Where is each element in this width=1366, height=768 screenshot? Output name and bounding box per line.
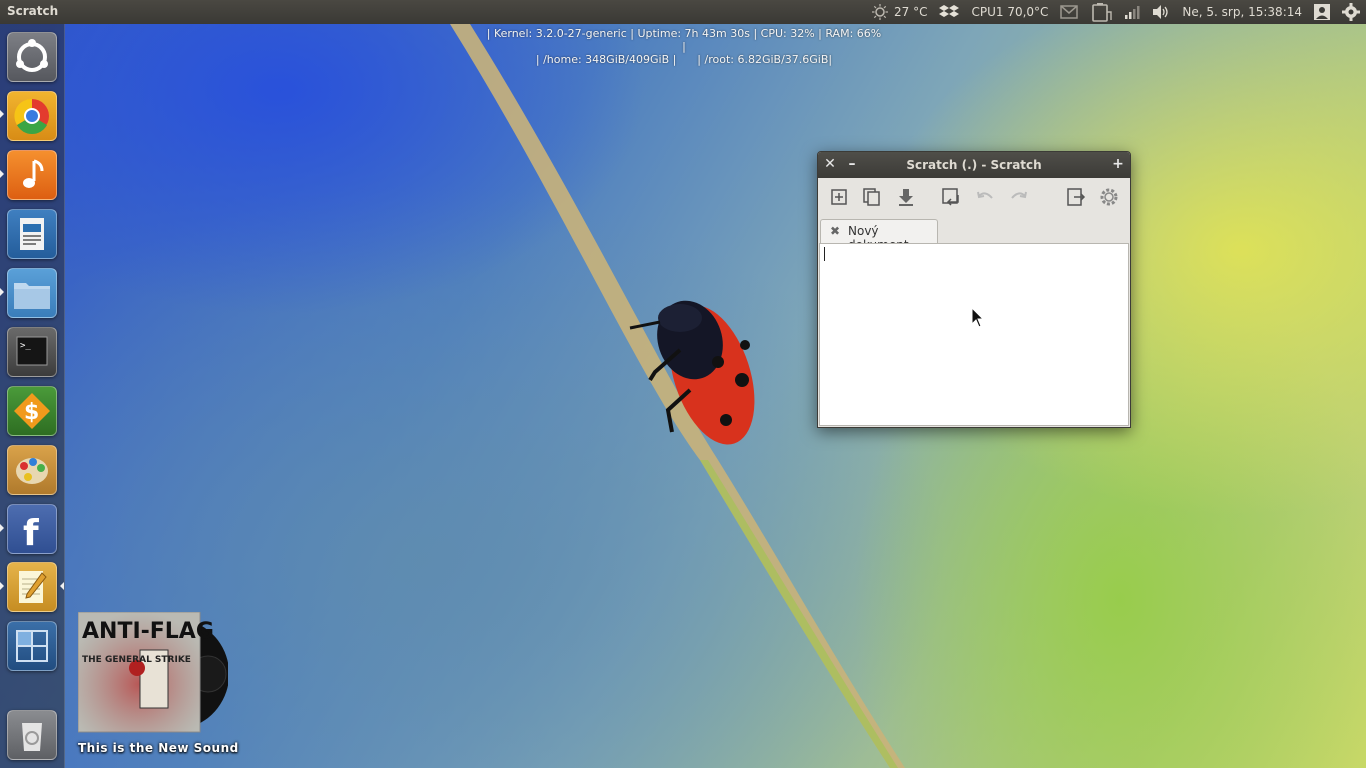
weather-indicator[interactable]: 27 °C (866, 0, 933, 24)
window-maximize-button[interactable]: + (1110, 156, 1126, 172)
cpu-temp-indicator[interactable]: CPU1 70,0°C (965, 0, 1054, 24)
preferences-button[interactable] (1098, 186, 1120, 208)
window-titlebar[interactable]: ✕ – Scratch (.) - Scratch + (818, 152, 1130, 178)
speaker-icon (1153, 5, 1169, 19)
launcher-item-terminal[interactable]: >_ (7, 327, 57, 377)
launcher-item-writer[interactable] (7, 209, 57, 259)
new-document-button[interactable] (828, 186, 850, 208)
mouse-pointer-icon (971, 307, 985, 328)
palette-icon (16, 458, 48, 484)
svg-text:f: f (23, 513, 39, 553)
battery-icon (1092, 3, 1113, 22)
dropbox-indicator[interactable] (933, 0, 965, 24)
ubuntu-logo-icon (16, 39, 48, 72)
gear-icon (1342, 3, 1360, 21)
copy-documents-icon (863, 188, 880, 206)
launcher-item-dash[interactable] (7, 32, 57, 82)
focused-indicator (60, 582, 64, 590)
conky-line-2: | /home: 348GiB/409GiB | | /root: 6.82Gi… (535, 53, 833, 66)
export-icon (1067, 188, 1086, 206)
battery-indicator[interactable] (1084, 0, 1118, 24)
folder-icon (14, 283, 50, 309)
scratch-window: ✕ – Scratch (.) - Scratch + ✖ Nový (817, 151, 1131, 428)
launcher-item-facebook[interactable]: f (7, 504, 57, 554)
running-indicator (0, 582, 4, 590)
active-app-title: Scratch (7, 4, 59, 18)
revert-button[interactable] (940, 186, 962, 208)
workspace-switcher-icon (16, 630, 48, 662)
settings-gear-icon (1100, 188, 1118, 206)
indicator-area: 27 °C CPU1 70,0°C Ne, 5. srp, 15:38:14 (866, 0, 1366, 24)
terminal-icon: >_ (16, 336, 48, 366)
running-indicator (0, 170, 4, 178)
redo-icon (1011, 191, 1027, 199)
tab-close-icon[interactable]: ✖ (830, 225, 842, 237)
now-playing-caption: This is the New Sound (78, 741, 239, 755)
running-indicator (0, 288, 4, 296)
redo-button[interactable] (1008, 186, 1030, 208)
svg-text:>_: >_ (20, 341, 31, 351)
running-indicator (0, 524, 4, 532)
undo-icon (977, 191, 993, 199)
trash-icon (22, 723, 42, 751)
download-arrow-icon (899, 189, 913, 206)
writer-icon (20, 218, 44, 250)
text-caret (824, 247, 825, 261)
launcher-item-workspaces[interactable] (7, 621, 57, 671)
toolbar (818, 178, 1130, 216)
album-cover: ANTI-FLAG THE GENERAL STRIKE (77, 611, 230, 733)
running-indicator (0, 110, 4, 118)
launcher-item-chromium[interactable] (7, 91, 57, 141)
svg-text:$: $ (24, 400, 39, 425)
revert-icon (942, 188, 959, 206)
album-title: ANTI-FLAG (82, 619, 214, 644)
network-indicator[interactable] (1118, 0, 1146, 24)
top-panel: Scratch 27 °C CPU1 70,0°C Ne, 5. srp, 15… (0, 0, 1366, 24)
clock-indicator[interactable]: Ne, 5. srp, 15:38:14 (1176, 0, 1308, 24)
open-document-button[interactable] (861, 186, 883, 208)
share-button[interactable] (1065, 186, 1087, 208)
conky-line-1: | Kernel: 3.2.0-27-generic | Uptime: 7h … (486, 27, 882, 53)
clock-datetime: Ne, 5. srp, 15:38:14 (1182, 5, 1302, 19)
tab-new-document[interactable]: ✖ Nový dokument (820, 219, 938, 252)
launcher-item-files[interactable] (7, 268, 57, 318)
envelope-icon (1060, 5, 1079, 19)
weather-temp: 27 °C (894, 5, 928, 19)
album-art-widget[interactable]: ANTI-FLAG THE GENERAL STRIKE (77, 611, 230, 733)
launcher-item-paint[interactable] (7, 445, 57, 495)
dollar-icon: $ (14, 393, 50, 429)
launcher-item-trash[interactable] (7, 710, 57, 760)
facebook-icon: f (23, 513, 39, 553)
user-icon (1314, 4, 1330, 20)
tab-bar: ✖ Nový dokument (818, 216, 1130, 252)
launcher-item-scratch[interactable] (7, 562, 57, 612)
messaging-indicator[interactable] (1054, 0, 1084, 24)
launcher-item-finance[interactable]: $ (7, 386, 57, 436)
music-note-icon (23, 159, 44, 188)
conky-system-monitor: | Kernel: 3.2.0-27-generic | Uptime: 7h … (484, 27, 884, 66)
sun-icon (872, 4, 888, 20)
new-document-icon (831, 189, 847, 205)
undo-button[interactable] (974, 186, 996, 208)
chrome-icon (14, 98, 49, 134)
signal-strength-icon (1125, 6, 1140, 19)
user-indicator[interactable] (1308, 0, 1336, 24)
album-subtitle: THE GENERAL STRIKE (82, 655, 191, 665)
notepad-icon (19, 571, 47, 603)
text-editor-area[interactable] (819, 243, 1129, 426)
launcher: >_ $ f (0, 24, 65, 768)
dropbox-icon (939, 5, 960, 17)
save-document-button[interactable] (895, 186, 917, 208)
window-title: Scratch (.) - Scratch (906, 158, 1042, 172)
session-indicator[interactable] (1336, 0, 1366, 24)
sound-indicator[interactable] (1146, 0, 1176, 24)
launcher-item-music[interactable] (7, 150, 57, 200)
cpu-temp: CPU1 70,0°C (971, 5, 1049, 19)
